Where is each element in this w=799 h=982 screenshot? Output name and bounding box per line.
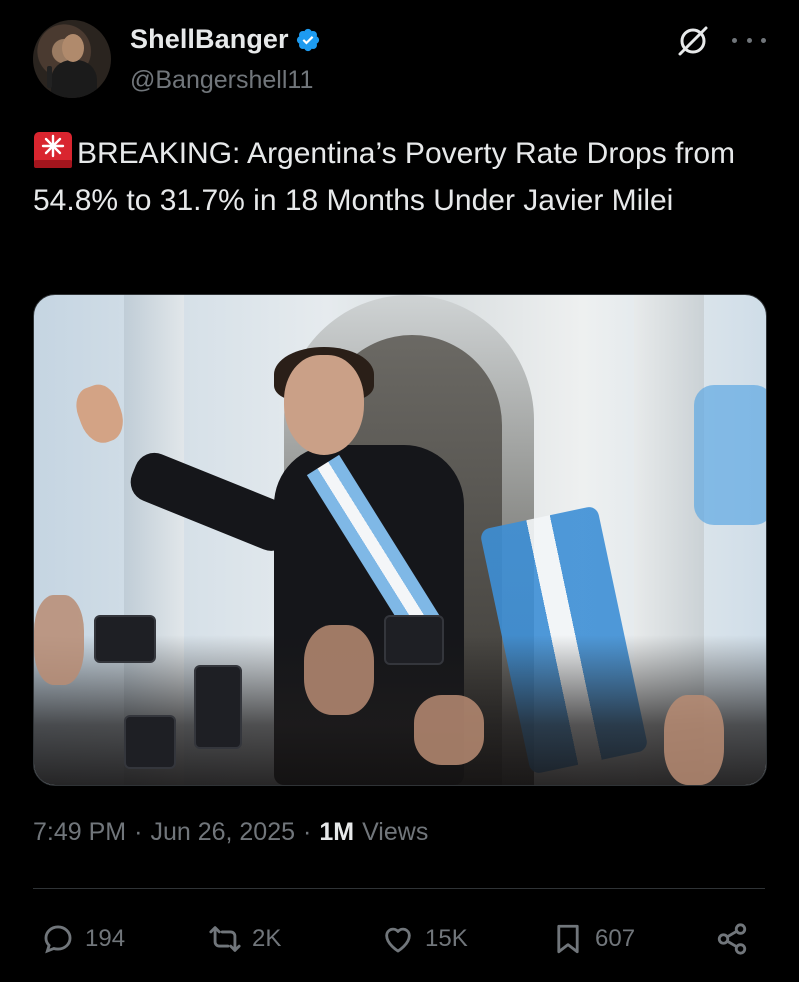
photo-waving-hand (70, 379, 130, 449)
tweet-photo[interactable] (33, 294, 767, 786)
heart-icon (385, 927, 411, 953)
like-button[interactable]: 15K (381, 916, 468, 962)
bookmark-icon (557, 924, 579, 954)
tweet-body: BREAKING: Argentina’s Poverty Rate Drops… (33, 137, 736, 217)
tweet-meta: 7:49 PM · Jun 26, 2025 · 1M Views (33, 818, 428, 847)
repost-button[interactable]: 2K (208, 916, 281, 962)
photo-phone (384, 615, 444, 665)
tweet-text: BREAKING: Argentina’s Poverty Rate Drops… (33, 130, 763, 224)
like-count: 15K (425, 925, 468, 952)
reply-button[interactable]: 194 (41, 916, 125, 962)
photo-face (284, 355, 364, 455)
photo-phone (194, 665, 242, 749)
photo-hand (414, 695, 484, 765)
rotating-light-siren-icon (34, 132, 72, 168)
tweet-date[interactable]: Jun 26, 2025 (150, 818, 295, 847)
avatar-head (62, 34, 84, 62)
meta-separator: · (134, 818, 143, 846)
bookmark-button[interactable]: 607 (551, 916, 635, 962)
divider (33, 888, 765, 889)
photo-hand (304, 625, 374, 715)
reply-count: 194 (85, 925, 126, 952)
repost-icon (209, 926, 241, 952)
photo-flag-blur (694, 385, 766, 525)
more-options-icon[interactable] (732, 30, 766, 50)
photo-hand (34, 595, 84, 685)
views-count: 1M (319, 818, 355, 846)
author-handle[interactable]: @Bangershell11 (130, 66, 313, 95)
reply-icon (44, 925, 72, 954)
avatar-mic (47, 66, 52, 88)
bookmark-count: 607 (595, 925, 636, 952)
avatar-body (51, 60, 97, 98)
author-name-row: ShellBanger (130, 24, 321, 55)
photo-phone (94, 615, 156, 663)
grok-icon[interactable] (676, 24, 710, 58)
views-label: Views (362, 818, 429, 846)
tweet-time[interactable]: 7:49 PM (33, 818, 126, 847)
share-button[interactable] (715, 916, 749, 962)
repost-count: 2K (252, 925, 282, 952)
share-icon (717, 923, 747, 955)
display-name[interactable]: ShellBanger (130, 24, 289, 55)
avatar[interactable] (33, 20, 111, 98)
action-bar: 194 2K 15K 607 (33, 916, 765, 962)
photo-hand (664, 695, 724, 785)
meta-separator: · (303, 818, 312, 846)
verified-badge-icon (296, 28, 319, 51)
photo-phone (124, 715, 176, 769)
